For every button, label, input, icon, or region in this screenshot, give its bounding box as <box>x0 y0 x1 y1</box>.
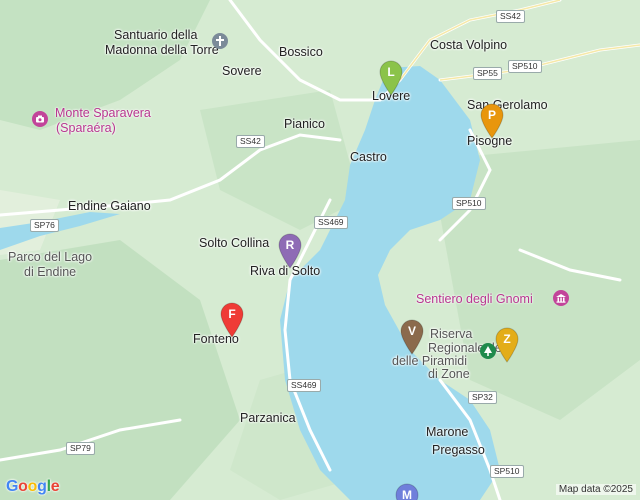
marker-letter-l: L <box>387 65 395 79</box>
tree-icon[interactable] <box>480 343 496 359</box>
map-marker-v[interactable]: V <box>400 319 428 359</box>
map-canvas[interactable]: Santuario della Madonna della Torre Boss… <box>0 0 640 500</box>
road-shield-sp510-north: SP510 <box>508 60 542 73</box>
marker-letter-f: F <box>228 307 236 321</box>
google-logo[interactable]: Google <box>6 478 60 496</box>
place-label-castro: Castro <box>350 150 387 164</box>
map-marker-p[interactable]: P <box>480 103 508 143</box>
place-label-riserva-line4: di Zone <box>428 367 470 381</box>
place-label-parzanica: Parzanica <box>240 411 296 425</box>
road-shield-sp32: SP32 <box>468 391 497 404</box>
marker-letter-p: P <box>487 108 496 122</box>
map-marker-z[interactable]: Z <box>495 327 523 367</box>
map-marker-l[interactable]: L <box>379 60 407 100</box>
place-label-santuario-line1: Santuario della <box>114 28 198 42</box>
road-shield-ss42-north: SS42 <box>496 10 525 23</box>
museum-icon[interactable] <box>553 290 569 306</box>
place-label-solto-collina: Solto Collina <box>199 236 270 250</box>
poi-label-monte-sparavera[interactable]: Monte Sparavera <box>55 106 151 121</box>
road-shield-sp76: SP76 <box>30 219 59 232</box>
map-marker-r[interactable]: R <box>278 233 306 273</box>
poi-label-sparaera[interactable]: (Sparaéra) <box>56 121 116 136</box>
road-shield-sp79: SP79 <box>66 442 95 455</box>
place-label-pianico: Pianico <box>284 117 325 131</box>
road-shield-ss42: SS42 <box>236 135 265 148</box>
place-label-parco-line1: Parco del Lago <box>8 250 93 264</box>
map-marker-m[interactable]: M <box>395 483 423 500</box>
map-marker-f[interactable]: F <box>220 302 248 342</box>
camera-icon[interactable] <box>32 111 48 127</box>
road-shield-sp510-south: SP510 <box>490 465 524 478</box>
marker-letter-m: M <box>402 488 412 500</box>
place-label-endine-gaiano: Endine Gaiano <box>68 199 151 213</box>
place-label-parco-line2: di Endine <box>24 265 77 279</box>
place-label-riserva-line1: Riserva <box>430 327 473 341</box>
place-label-bossico: Bossico <box>279 45 323 59</box>
church-icon[interactable] <box>212 33 228 49</box>
map-attribution[interactable]: Map data ©2025 <box>555 484 636 495</box>
place-label-pregasso: Pregasso <box>432 443 485 457</box>
marker-letter-z: Z <box>503 332 511 346</box>
place-label-sovere: Sovere <box>222 64 262 78</box>
road-shield-sp55: SP55 <box>473 67 502 80</box>
road-shield-sp510-mid: SP510 <box>452 197 486 210</box>
place-label-costa-volpino: Costa Volpino <box>430 38 508 52</box>
place-label-santuario-line2: Madonna della Torre <box>105 43 219 57</box>
marker-letter-v: V <box>407 324 416 338</box>
poi-label-sentiero-gnomi[interactable]: Sentiero degli Gnomi <box>416 292 533 307</box>
map-terrain <box>0 0 640 500</box>
marker-letter-r: R <box>285 238 295 252</box>
road-shield-ss469-north: SS469 <box>314 216 348 229</box>
place-label-marone: Marone <box>426 425 469 439</box>
road-shield-ss469-south: SS469 <box>287 379 321 392</box>
